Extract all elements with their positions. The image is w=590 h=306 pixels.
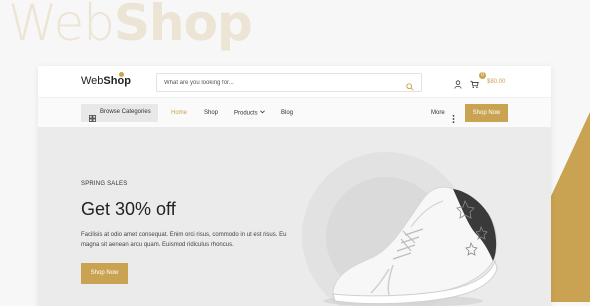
- background-brand-text: WebShop: [8, 0, 253, 52]
- cart-total[interactable]: $80.00: [487, 79, 505, 85]
- hero-subtitle: SPRING SALES: [81, 181, 128, 187]
- hero-banner: SPRING SALES Get 30% off Facilisis at od…: [38, 127, 551, 306]
- hero-title: Get 30% off: [81, 199, 176, 219]
- hero-description: Facilisis at odio amet consequat. Enim o…: [81, 232, 287, 248]
- sneaker-image: [323, 186, 498, 306]
- top-header: WebShop 0 $80.00: [38, 66, 551, 97]
- nav-blog[interactable]: Blog: [281, 110, 293, 116]
- more-options-icon[interactable]: [452, 110, 455, 128]
- nav-more[interactable]: More: [431, 110, 445, 116]
- hero-shop-now-button[interactable]: Shop Now: [81, 263, 128, 284]
- nav-home[interactable]: Home: [171, 110, 187, 116]
- nav-products[interactable]: Products: [234, 110, 265, 117]
- browse-categories-label: Browse Categories: [100, 109, 151, 115]
- nav-products-label: Products: [234, 110, 258, 117]
- website-preview: WebShop 0 $80.00 Browse Categories Home …: [38, 66, 551, 306]
- main-navigation: Browse Categories Home Shop Products Blo…: [38, 97, 551, 128]
- search-bar: [156, 73, 422, 92]
- search-icon[interactable]: [406, 78, 414, 96]
- cart-count-badge: 0: [479, 72, 486, 79]
- search-input[interactable]: [164, 74, 394, 91]
- user-icon[interactable]: [454, 76, 462, 94]
- nav-shop[interactable]: Shop: [204, 110, 218, 116]
- shop-now-nav-button[interactable]: Shop Now: [465, 104, 508, 122]
- site-logo[interactable]: WebShop: [81, 75, 131, 87]
- browse-categories-button[interactable]: Browse Categories: [81, 104, 158, 122]
- chevron-down-icon: [259, 110, 265, 116]
- grid-icon: [89, 109, 96, 127]
- cart-icon[interactable]: [470, 76, 479, 94]
- logo-badge: [119, 72, 124, 77]
